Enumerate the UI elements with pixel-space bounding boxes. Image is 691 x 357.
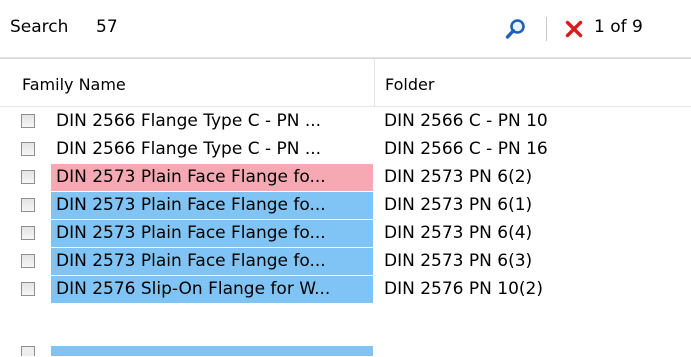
row-checkbox[interactable] xyxy=(21,226,35,240)
row-checkbox[interactable] xyxy=(21,346,35,356)
folder-cell: DIN 2573 PN 6(1) xyxy=(384,195,533,215)
row-checkbox[interactable] xyxy=(21,198,35,212)
family-name-cell: DIN 2573 Plain Face Flange fo... xyxy=(51,220,373,247)
clear-search-button[interactable] xyxy=(562,14,586,44)
row-checkbox[interactable] xyxy=(21,142,35,156)
table-row[interactable]: DIN 2573 Plain Face Flange fo... DIN 2573… xyxy=(0,248,691,276)
row-checkbox[interactable] xyxy=(21,170,35,184)
toolbar-separator xyxy=(546,17,547,41)
search-button[interactable] xyxy=(502,14,530,44)
row-checkbox[interactable] xyxy=(21,114,35,128)
search-label: Search xyxy=(10,17,69,37)
family-name-cell: DIN 2566 Flange Type C - PN ... xyxy=(56,139,322,159)
family-name-cell: DIN 2566 Flange Type C - PN ... xyxy=(56,111,322,131)
family-name-cell: DIN 2573 Plain Face Flange fo... xyxy=(51,164,373,191)
folder-cell: DIN 2566 C - PN 16 xyxy=(384,139,548,159)
table-row[interactable]: DIN 2576 Slip-On Flange for W... DIN 2576… xyxy=(0,276,691,304)
search-bar: Search 1 of 9 xyxy=(0,0,691,58)
family-name-cell: DIN 2576 Slip-On Flange for W... xyxy=(51,276,373,303)
family-name-cell xyxy=(51,346,373,356)
table-row[interactable]: DIN 2573 Plain Face Flange fo... DIN 2573… xyxy=(0,192,691,220)
column-header-family-name[interactable]: Family Name xyxy=(0,59,375,106)
row-checkbox[interactable] xyxy=(21,282,35,296)
row-checkbox[interactable] xyxy=(21,254,35,268)
column-header-folder[interactable]: Folder xyxy=(375,59,691,106)
table-row[interactable]: DIN 2566 Flange Type C - PN ... DIN 2566 … xyxy=(0,136,691,164)
family-name-cell: DIN 2573 Plain Face Flange fo... xyxy=(51,192,373,219)
folder-cell: DIN 2573 PN 6(3) xyxy=(384,251,533,271)
family-name-cell: DIN 2573 Plain Face Flange fo... xyxy=(51,248,373,275)
folder-cell: DIN 2576 PN 10(2) xyxy=(384,279,543,299)
folder-cell: DIN 2566 C - PN 10 xyxy=(384,111,548,131)
table-row[interactable]: DIN 2573 Plain Face Flange fo... DIN 2573… xyxy=(0,164,691,192)
search-input[interactable] xyxy=(96,17,476,37)
search-icon xyxy=(505,19,525,39)
family-grid: Family Name Folder DIN 2566 Flange Type … xyxy=(0,58,691,357)
close-icon xyxy=(565,20,583,38)
grid-header: Family Name Folder xyxy=(0,59,691,107)
table-row[interactable]: DIN 2573 Plain Face Flange fo... DIN 2573… xyxy=(0,220,691,248)
folder-cell: DIN 2573 PN 6(2) xyxy=(384,167,533,187)
match-counter: 1 of 9 xyxy=(594,17,643,37)
table-row[interactable]: DIN 2566 Flange Type C - PN ... DIN 2566 … xyxy=(0,108,691,136)
folder-cell: DIN 2573 PN 6(4) xyxy=(384,223,533,243)
